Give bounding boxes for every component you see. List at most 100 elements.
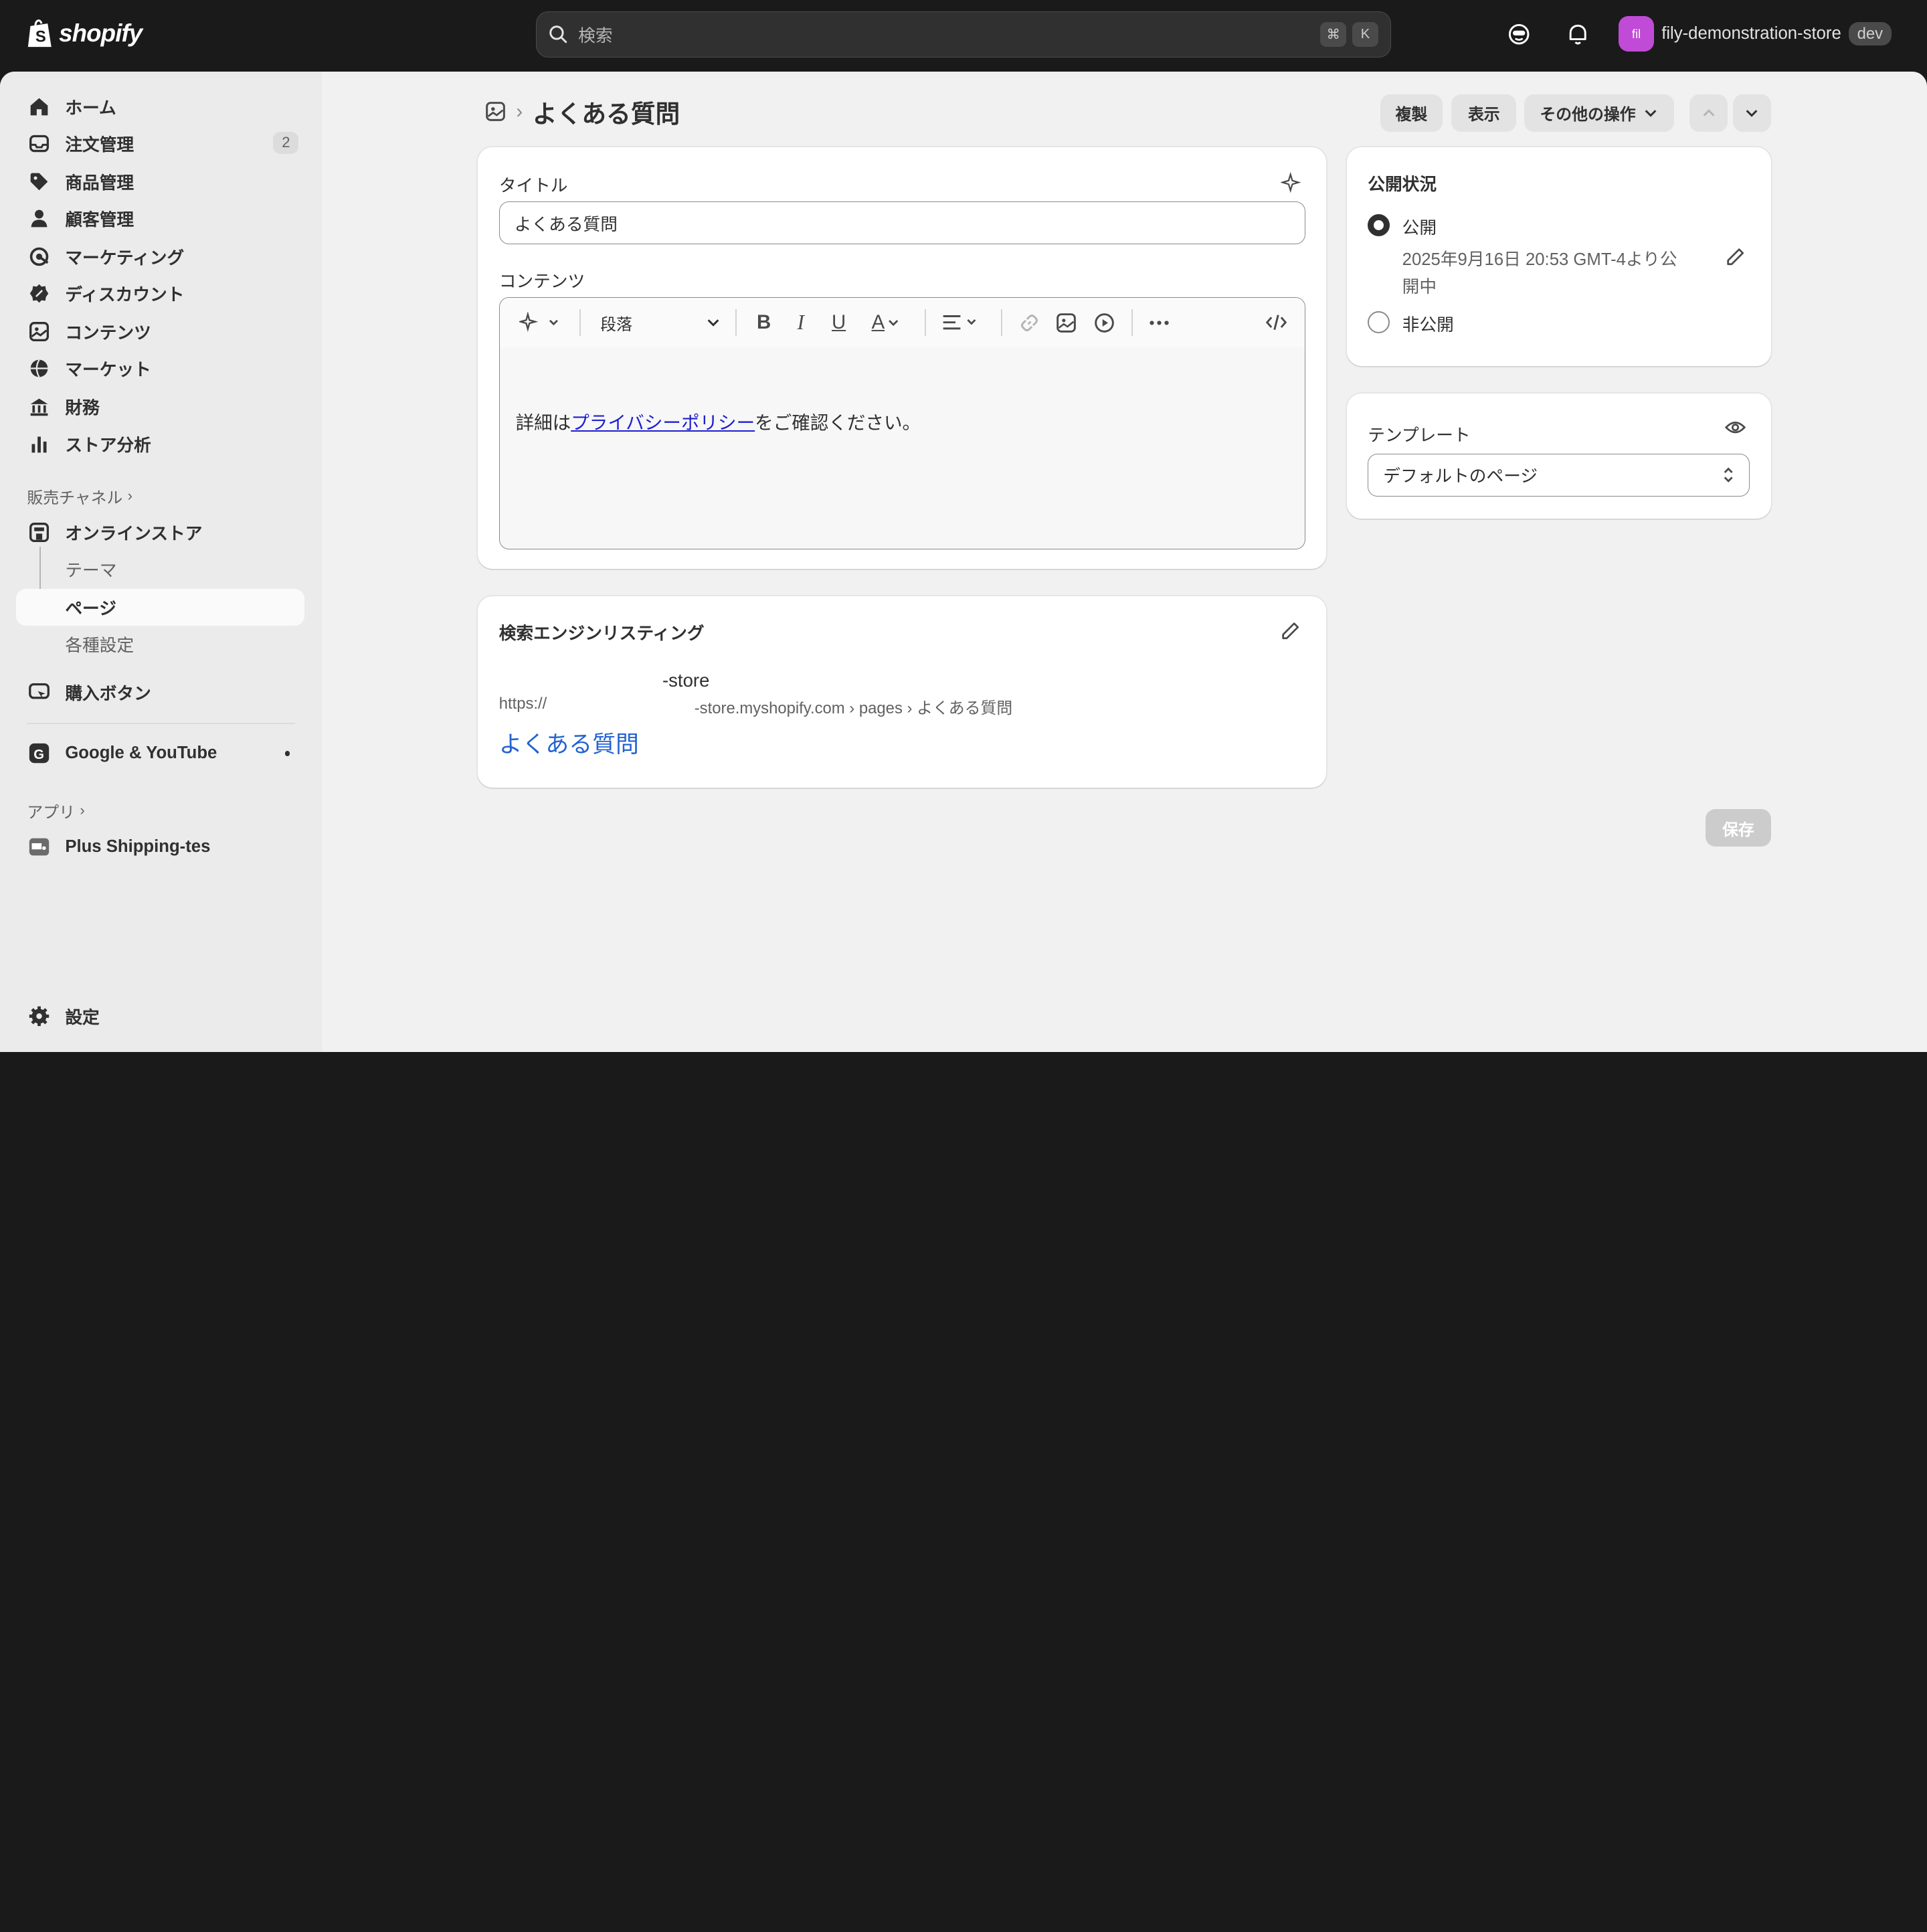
ai-generate-button[interactable] — [517, 311, 563, 335]
sidebar-item-google[interactable]: G Google & YouTube — [16, 735, 305, 772]
sales-channels-text: 販売チャネル — [27, 489, 123, 507]
public-radio[interactable] — [1368, 213, 1390, 236]
sales-channels-label[interactable]: 販売チャネル › — [27, 485, 132, 508]
sidebar-item-5[interactable]: ディスカウント — [16, 275, 305, 312]
content-icon[interactable] — [484, 100, 507, 122]
bold-button[interactable]: B — [751, 311, 776, 335]
pencil-icon[interactable] — [1281, 621, 1300, 640]
next-page-button[interactable] — [1732, 94, 1771, 132]
paragraph-format-select[interactable]: 段落 — [600, 311, 721, 335]
more-options-button[interactable] — [1146, 311, 1173, 335]
duplicate-button[interactable]: 複製 — [1380, 94, 1443, 132]
sidekick-icon[interactable] — [1505, 21, 1532, 48]
select-arrows-icon — [1724, 467, 1733, 483]
target-icon — [28, 246, 50, 268]
previous-page-button[interactable] — [1689, 94, 1728, 132]
sidebar-item-app[interactable]: Plus Shipping-tes — [16, 828, 305, 865]
visibility-heading: 公開状況 — [1368, 175, 1437, 195]
app-icon — [28, 836, 50, 858]
template-card: テンプレート デフォルトのページ — [1347, 393, 1771, 519]
sidebar-item-settings[interactable]: 設定 — [16, 998, 305, 1035]
sidebar-sub-preferences[interactable]: 各種設定 — [16, 626, 305, 663]
more-actions-button[interactable]: その他の操作 — [1524, 94, 1674, 132]
apps-text: アプリ — [27, 803, 75, 822]
sidebar-item-label: 顧客管理 — [65, 211, 134, 230]
sidebar-item-9[interactable]: ストア分析 — [16, 425, 305, 462]
sidebar-item-2[interactable]: 商品管理 — [16, 163, 305, 200]
breadcrumb: › よくある質問 — [484, 94, 680, 130]
toolbar-separator — [735, 309, 737, 337]
orders-icon — [28, 133, 50, 155]
image-icon — [1057, 313, 1076, 333]
content-label: コンテンツ — [498, 272, 585, 292]
code-icon — [1265, 315, 1287, 331]
sidebar-item-label: 設定 — [65, 1008, 100, 1028]
bank-icon — [28, 396, 50, 418]
sidebar: ホーム 注文管理 2 商品管理顧客管理マーケティングディスカウント コンテンツマーケット… — [0, 71, 323, 1053]
sidebar-item-0[interactable]: ホーム — [16, 88, 305, 125]
insert-image-button[interactable] — [1054, 311, 1079, 335]
link-button[interactable] — [1017, 311, 1042, 335]
template-select[interactable]: デフォルトのページ — [1368, 453, 1750, 497]
sidebar-item-1[interactable]: 注文管理 2 — [16, 125, 305, 162]
dev-badge: dev — [1848, 21, 1892, 46]
store-icon — [28, 521, 50, 543]
sidebar-item-label: マーケット — [65, 361, 151, 380]
chevron-down-icon — [1746, 110, 1758, 117]
discount-icon — [28, 282, 50, 304]
app-window: S shopify 検索 ⌘ K fil fily-demonstration-… — [0, 0, 1927, 1053]
sidebar-item-label: オンラインストア — [65, 524, 203, 543]
search-input[interactable]: 検索 ⌘ K — [535, 11, 1392, 58]
sidebar-item-label: 商品管理 — [65, 174, 134, 193]
underline-icon: U — [831, 311, 846, 334]
sparkle-icon[interactable] — [1280, 172, 1301, 193]
apps-label[interactable]: アプリ › — [27, 799, 84, 822]
sidebar-item-3[interactable]: 顧客管理 — [16, 200, 305, 237]
store-switcher[interactable]: fil fily-demonstration-store dev — [1618, 15, 1892, 52]
sidebar-item-4[interactable]: マーケティング — [16, 238, 305, 275]
underline-button[interactable]: U — [826, 311, 851, 335]
content-card: タイトル よくある質問 コンテンツ 段落 B I U A 詳細はプライバシーポリ… — [478, 147, 1326, 569]
more-actions-label: その他の操作 — [1540, 106, 1636, 124]
italic-button[interactable]: I — [788, 311, 813, 335]
sidebar-sub-pages[interactable]: ページ — [15, 588, 305, 626]
template-select-value: デフォルトのページ — [1383, 467, 1538, 487]
toolbar-separator — [1131, 309, 1133, 337]
toolbar-separator — [579, 309, 581, 337]
orders-count-badge: 2 — [273, 131, 299, 154]
sidebar-item-label: ストア分析 — [65, 436, 151, 455]
view-button[interactable]: 表示 — [1451, 94, 1517, 132]
sidebar-item-8[interactable]: 財務 — [16, 388, 305, 425]
chevron-down-icon — [888, 320, 899, 327]
align-button[interactable] — [939, 311, 984, 335]
shortcut-cmd-key: ⌘ — [1320, 22, 1347, 47]
shopify-logo[interactable]: S shopify — [27, 17, 143, 50]
privacy-policy-link[interactable]: プライバシーポリシー — [571, 412, 755, 433]
sidebar-item-label: マーケティング — [65, 249, 185, 268]
sidebar-item-6[interactable]: コンテンツ — [16, 313, 305, 350]
seo-heading: 検索エンジンリスティング — [498, 624, 705, 643]
bell-icon[interactable] — [1564, 21, 1591, 48]
rich-text-editor[interactable]: 段落 B I U A 詳細はプライバシーポリシーをご確認ください。 — [498, 297, 1305, 549]
store-name: fily-demonstration-store — [1661, 24, 1841, 43]
title-input[interactable]: よくある質問 — [498, 201, 1305, 245]
eye-icon[interactable] — [1724, 418, 1746, 437]
editor-body-text[interactable]: 詳細はプライバシーポリシーをご確認ください。 — [516, 408, 921, 434]
sub-item-label: 各種設定 — [65, 636, 134, 655]
sidebar-item-buy-button[interactable]: 購入ボタン — [16, 673, 305, 710]
tag-icon — [28, 171, 50, 193]
sidebar-sub-themes[interactable]: テーマ — [16, 551, 305, 588]
hidden-label: 非公開 — [1402, 315, 1454, 335]
sidebar-item-online-store[interactable]: オンラインストア — [16, 514, 305, 551]
visibility-card: 公開状況 公開 2025年9月16日 20:53 GMT-4より公 開中 非公開 — [1347, 147, 1771, 367]
hidden-radio[interactable] — [1368, 311, 1390, 333]
sub-item-label: テーマ — [65, 561, 117, 580]
save-button[interactable]: 保存 — [1706, 808, 1771, 847]
chevron-down-icon — [1645, 110, 1656, 117]
insert-video-button[interactable] — [1092, 311, 1117, 335]
html-view-button[interactable] — [1263, 311, 1289, 335]
pencil-icon[interactable] — [1726, 247, 1745, 266]
text-color-button[interactable]: A — [864, 311, 906, 335]
main-frame: ホーム 注文管理 2 商品管理 顧客管理 マーケティング ディスカウント コンテンツ マーケット… — [0, 71, 1927, 1053]
sidebar-item-7[interactable]: マーケット — [16, 350, 305, 387]
